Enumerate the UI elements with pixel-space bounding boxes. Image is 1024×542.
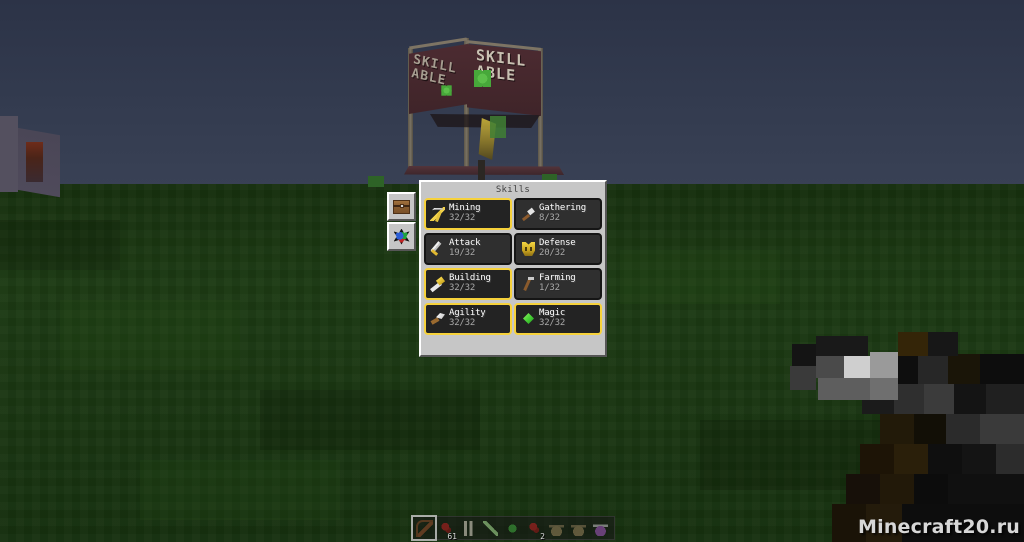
bone-icon (460, 520, 476, 536)
skill-level: 1/32 (539, 283, 560, 293)
hotbar-slot-3[interactable] (457, 517, 479, 539)
hotbar-slot-7[interactable] (545, 517, 567, 539)
gem-icon (519, 310, 537, 328)
skill-entry-magic[interactable]: Magic 32/32 (514, 303, 602, 335)
emerald-icon (504, 520, 520, 536)
feather-icon (429, 310, 447, 328)
grass-patch (0, 220, 120, 270)
skill-level: 20/32 (539, 248, 566, 258)
site-watermark: Minecraft20.ru (858, 516, 1020, 538)
skill-level: 8/32 (539, 213, 560, 223)
sword-icon (482, 520, 498, 536)
panel-title: Skills (495, 185, 531, 195)
grass-patch (260, 390, 480, 450)
hotbar-slot-2[interactable]: 61 (435, 517, 457, 541)
hotbar-slot-6[interactable]: 2 (523, 517, 545, 541)
skill-level: 32/32 (539, 318, 566, 328)
skills-panel: Skills Mining 32/32 Gathering 8/32 Attac… (419, 180, 607, 357)
pickaxe-icon (429, 205, 447, 223)
flower-icon (441, 85, 452, 96)
grass-patch (60, 300, 240, 370)
sign-green-block (490, 116, 506, 138)
skill-entry-farming[interactable]: Farming 1/32 (514, 268, 602, 300)
stick-icon (519, 205, 537, 223)
skill-level: 32/32 (449, 318, 476, 328)
hotbar-slot-8[interactable] (567, 517, 589, 539)
tab-inventory[interactable] (387, 192, 416, 221)
distant-structure-column (0, 116, 18, 192)
grass-patch (140, 460, 340, 520)
skill-entry-agility[interactable]: Agility 32/32 (424, 303, 512, 335)
tab-skills[interactable] (387, 222, 416, 251)
minecraft-game-viewport: SKILL ABLE SKILL ABLE Skills Mining 32/3… (0, 0, 1024, 542)
skill-entry-defense[interactable]: Defense 20/32 (514, 233, 602, 265)
skills-grid: Mining 32/32 Gathering 8/32 Attack 19/32 (421, 198, 605, 338)
bottle-icon (548, 520, 564, 536)
hotbar[interactable]: 61 2 (411, 515, 615, 541)
skill-level: 19/32 (449, 248, 476, 258)
skill-level: 32/32 (449, 213, 476, 223)
skill-entry-mining[interactable]: Mining 32/32 (424, 198, 512, 230)
armor-icon (519, 240, 537, 258)
hotbar-slot-4[interactable] (479, 517, 501, 539)
skill-entry-gathering[interactable]: Gathering 8/32 (514, 198, 602, 230)
skill-level: 32/32 (449, 283, 476, 293)
sword-icon (429, 240, 447, 258)
gui-tab-strip[interactable] (387, 192, 418, 252)
hotbar-slot-9[interactable] (589, 517, 611, 539)
chest-icon (393, 199, 410, 214)
skill-entry-building[interactable]: Building 32/32 (424, 268, 512, 300)
web-icon (393, 228, 410, 245)
bottle-icon (570, 520, 586, 536)
potion-icon (592, 520, 608, 536)
hammer-icon (429, 275, 447, 293)
distant-red-block (26, 142, 43, 182)
hotbar-slot-1[interactable] (411, 515, 437, 541)
grass-patch (620, 250, 780, 304)
hotbar-slot-5[interactable] (501, 517, 523, 539)
hotbar-slot-count: 61 (447, 532, 457, 541)
grass-patch (700, 420, 880, 490)
flower-icon (474, 70, 491, 87)
bow-icon (415, 519, 433, 537)
bush-block (368, 176, 384, 187)
skill-entry-attack[interactable]: Attack 19/32 (424, 233, 512, 265)
hoe-icon (519, 275, 537, 293)
